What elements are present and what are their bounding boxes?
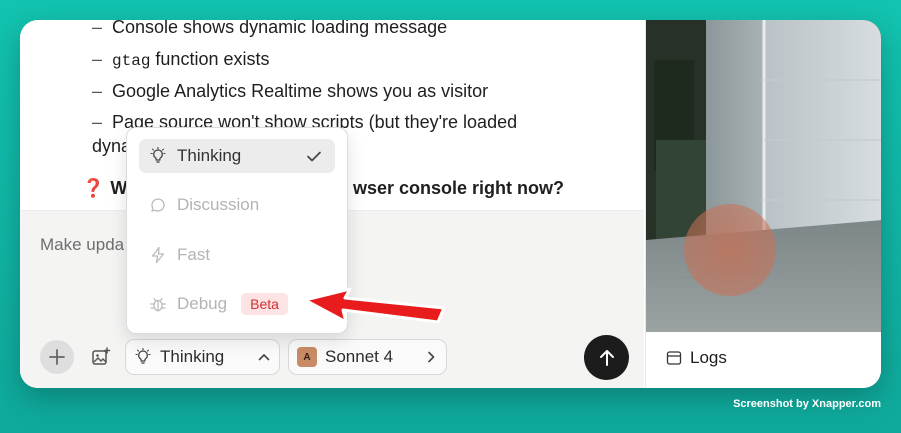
menu-item-label: Debug — [177, 294, 228, 313]
send-button[interactable] — [584, 335, 629, 380]
checkmark-icon — [307, 151, 321, 162]
preview-panel: Logs — [645, 20, 881, 388]
list-item-text: function exists — [150, 49, 270, 69]
list-item: – Console shows dynamic loading message — [92, 20, 447, 38]
bullet-dash: – — [92, 112, 103, 132]
attach-image-button[interactable] — [84, 340, 118, 374]
arrow-up-icon — [599, 349, 614, 366]
chevron-right-icon — [428, 351, 435, 363]
menu-item-thinking[interactable]: Thinking — [139, 139, 335, 173]
beta-badge: Beta — [241, 293, 288, 315]
watermark: Screenshot by Xnapper.com — [733, 398, 881, 410]
message-input[interactable]: Make upda — [40, 235, 124, 255]
mode-dropdown-menu: Thinking Discussion Fast Debug Beta — [126, 127, 348, 334]
menu-item-label: Discussion — [177, 195, 260, 214]
question-text-end: wser console right now? — [353, 178, 565, 198]
garage-photo — [646, 20, 881, 332]
add-button[interactable] — [40, 340, 74, 374]
chevron-up-icon — [258, 354, 270, 361]
model-selector[interactable]: A Sonnet 4 — [288, 339, 447, 375]
mode-selector-label: Thinking — [160, 347, 225, 366]
preview-image — [646, 20, 881, 332]
menu-item-label: Thinking — [177, 146, 242, 165]
list-item: – Google Analytics Realtime shows you as … — [92, 81, 488, 102]
plus-icon — [49, 349, 65, 365]
menu-item-fast[interactable]: Fast — [139, 238, 335, 272]
model-selector-label: Sonnet 4 — [325, 347, 394, 366]
lightning-icon — [151, 246, 165, 264]
chat-bubble-icon — [151, 198, 165, 212]
inline-code: gtag — [112, 52, 151, 70]
logs-tab[interactable]: Logs — [666, 348, 727, 368]
bullet-dash: – — [92, 20, 103, 37]
anthropic-logo-icon: A — [297, 347, 317, 367]
bullet-dash: – — [92, 49, 103, 69]
question-mark-icon: ❓ — [82, 178, 105, 198]
chat-panel: – Console shows dynamic loading message –… — [20, 20, 644, 388]
menu-item-discussion[interactable]: Discussion — [139, 188, 335, 222]
menu-item-label: Fast — [177, 245, 211, 264]
app-window: – Console shows dynamic loading message –… — [20, 20, 881, 388]
lightbulb-icon — [150, 147, 166, 163]
lightbulb-icon — [135, 348, 151, 364]
window-icon — [666, 351, 682, 365]
bug-icon — [149, 297, 167, 312]
bullet-dash: – — [92, 81, 103, 101]
list-item: – gtag function exists — [92, 49, 269, 70]
logs-label: Logs — [690, 348, 727, 367]
list-item-text: Console shows dynamic loading message — [112, 20, 448, 37]
list-item-text: Google Analytics Realtime shows you as v… — [112, 81, 489, 101]
image-add-icon — [92, 347, 111, 365]
mode-selector[interactable]: Thinking — [125, 339, 280, 375]
menu-item-debug[interactable]: Debug Beta — [139, 287, 335, 321]
